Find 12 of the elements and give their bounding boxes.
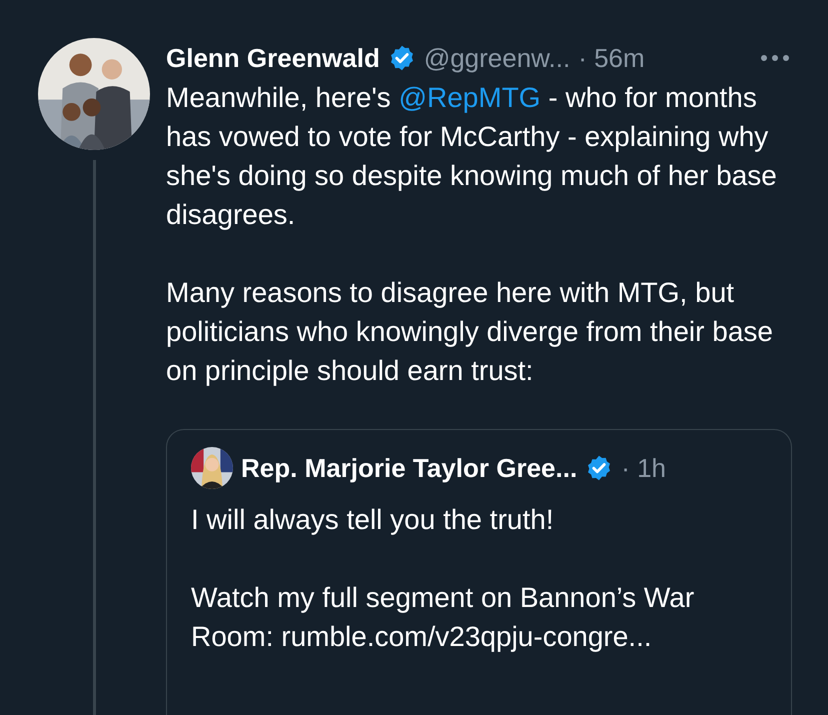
quoted-tweet-card[interactable]: Rep. Marjorie Taylor Gree... · 1h I will always tell you the truth! Watch my full segment on Bannon’s War Room: rumble.com/v23qpju-congre... — [166, 429, 792, 715]
tweet-text: Meanwhile, here's @RepMTG - who for months has vowed to vote for McCarthy - explaining why she's doing so despite knowing much of her base disagrees. — [166, 81, 778, 232]
quoted-tweet-text: I will always tell you the truth! — [191, 503, 555, 537]
author-name[interactable]: Glenn Greenwald — [166, 42, 380, 74]
tweet-time[interactable]: · 1h — [621, 452, 666, 484]
more-icon[interactable] — [760, 54, 790, 62]
tweet-text: Many reasons to disagree here with MTG, but politicians who knowingly diverge from their base on principle should earn trust: — [166, 276, 774, 388]
author-handle[interactable]: @ggreenw... — [424, 42, 570, 74]
tweet-time[interactable]: · 56m — [578, 42, 645, 74]
quoted-tweet-text: Watch my full segment on Bannon’s War Room: rumble.com/v23qpju-congre... — [191, 581, 696, 654]
mention-link[interactable]: @RepMTG — [398, 82, 541, 113]
author-name[interactable]: Rep. Marjorie Taylor Gree... — [241, 452, 578, 484]
